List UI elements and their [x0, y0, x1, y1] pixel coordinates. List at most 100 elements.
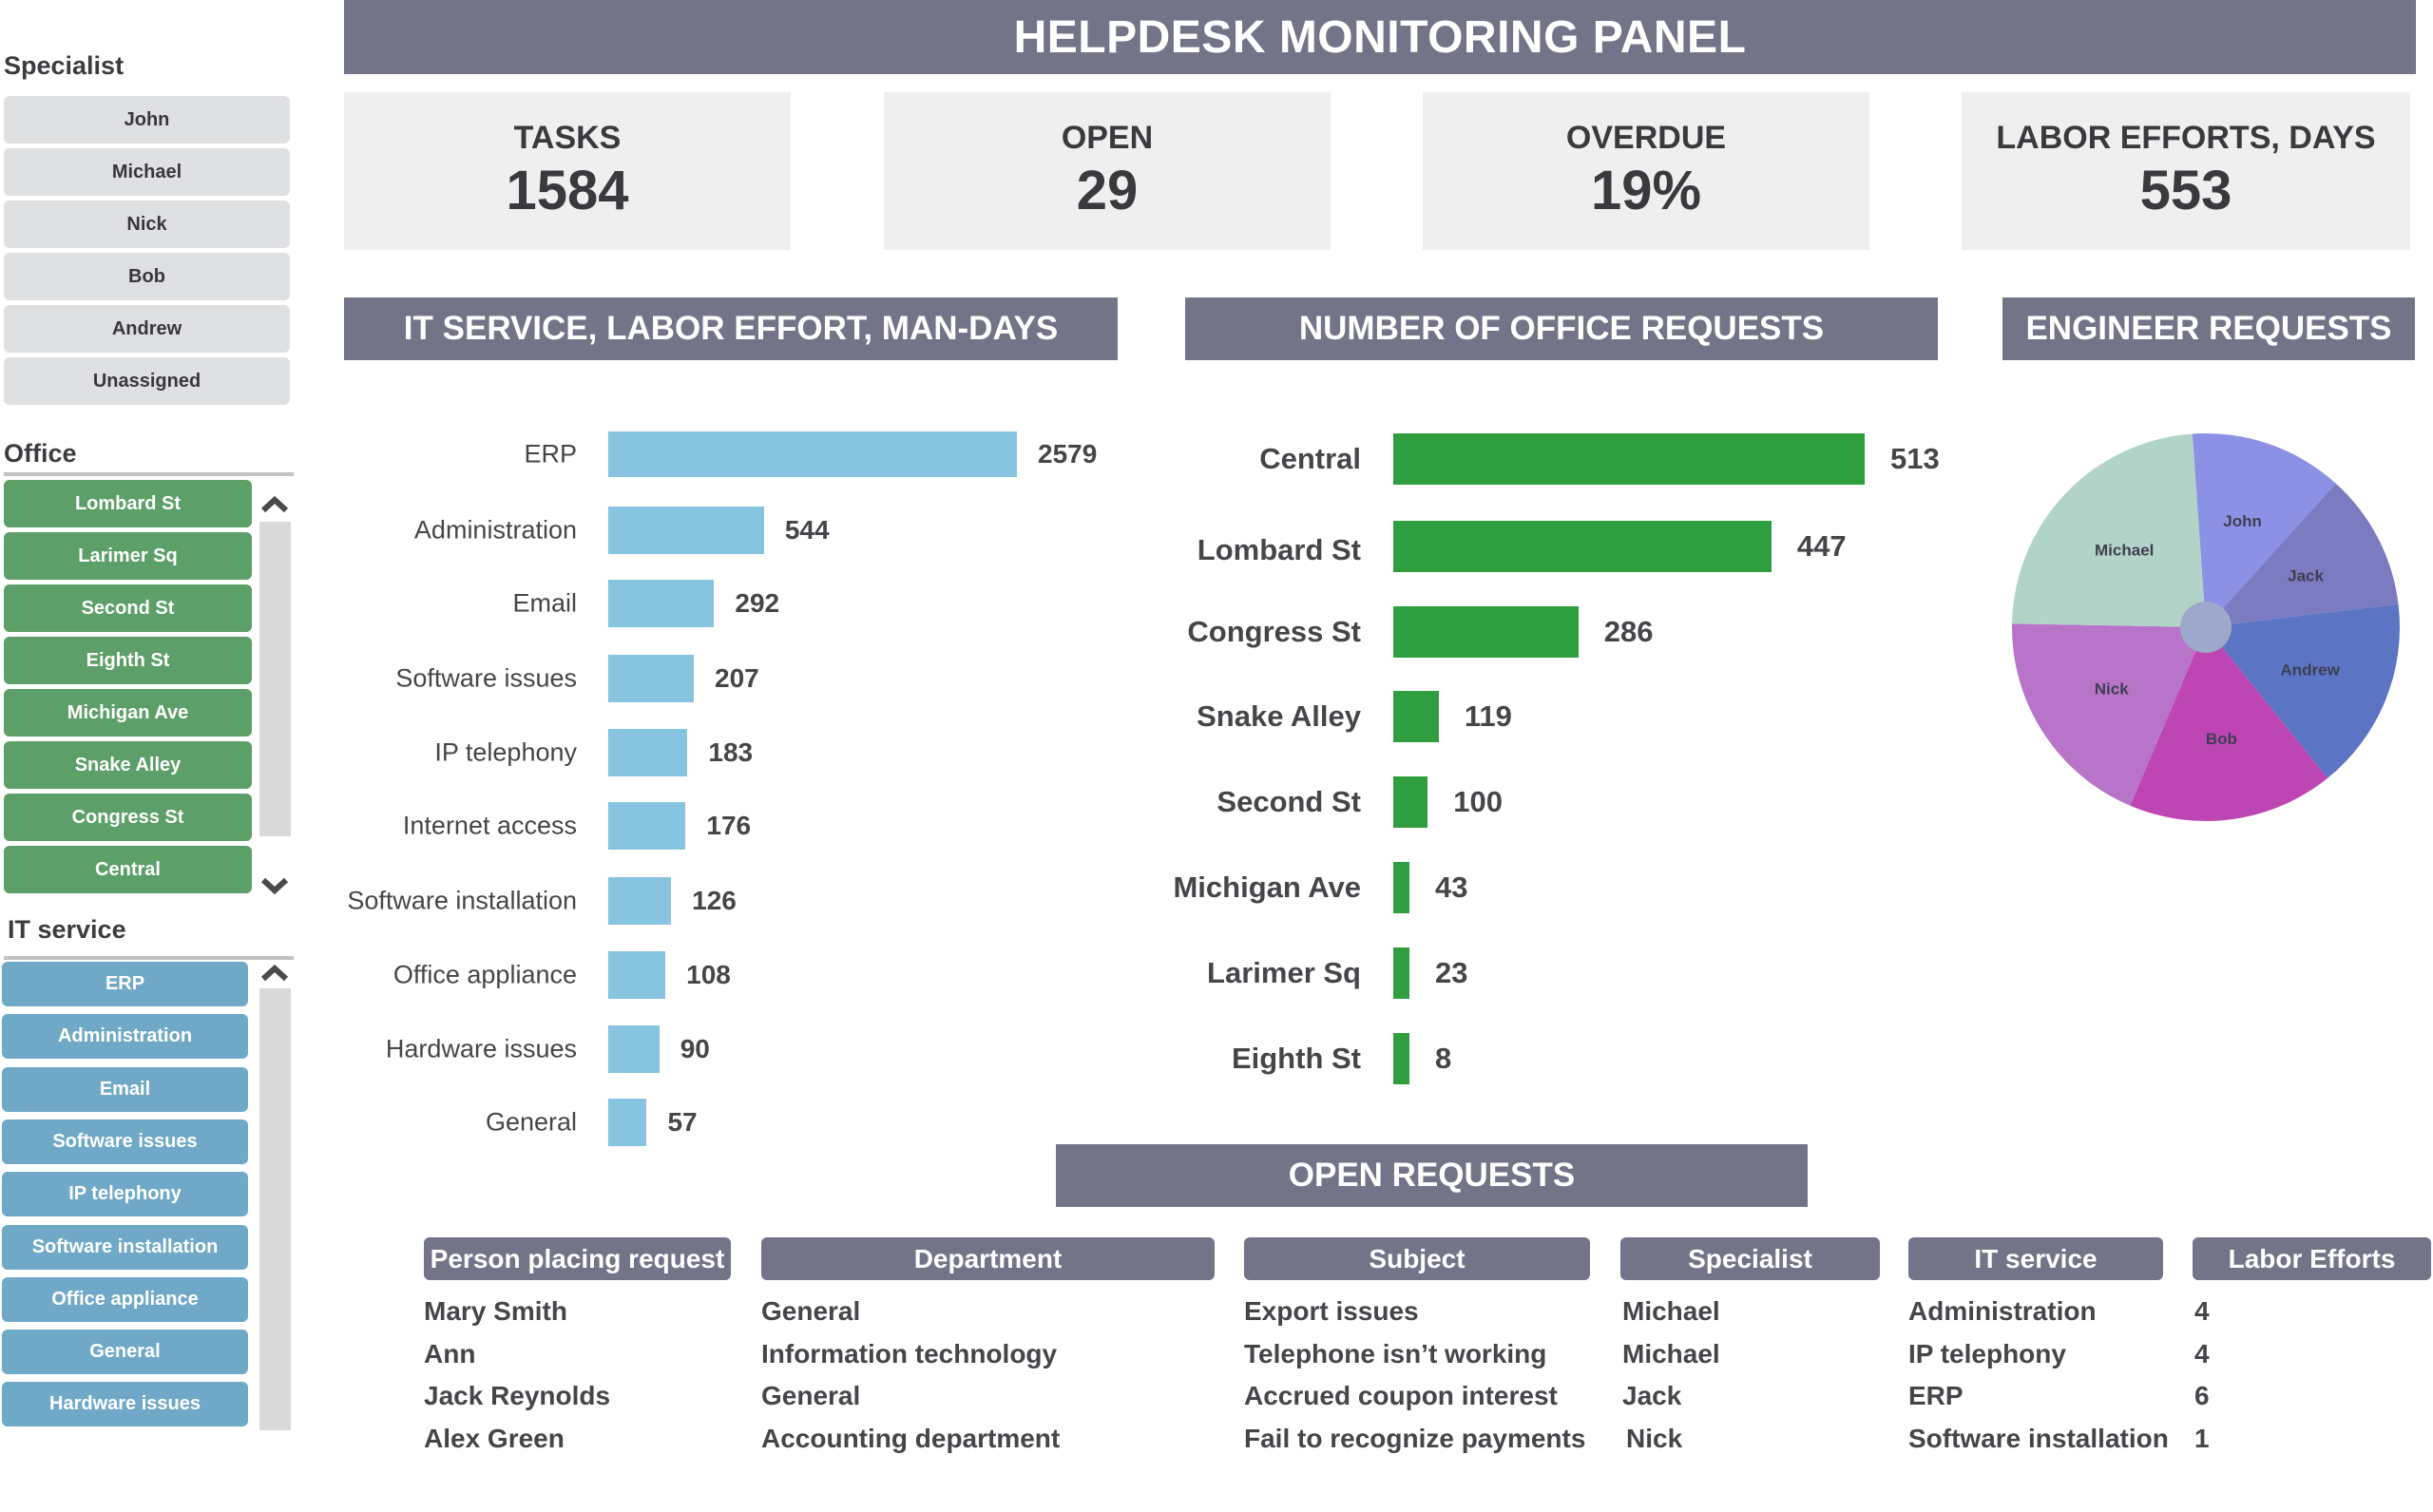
- specialist-filter-michael[interactable]: Michael: [4, 148, 290, 196]
- it-bar-office-appliance: [608, 951, 666, 999]
- specialist-filter-andrew[interactable]: Andrew: [4, 305, 290, 353]
- it-service-filter-software-installation[interactable]: Software installation: [2, 1224, 248, 1270]
- it-bar-ip-telephony: [608, 729, 688, 776]
- office-value-label: 119: [1464, 699, 1512, 733]
- it-bar-internet-access: [608, 802, 686, 850]
- it-value-label: 176: [706, 811, 752, 840]
- table-cell-department: Accounting department: [761, 1424, 1061, 1453]
- office-divider: [4, 472, 294, 476]
- pie-center-hole: [2180, 602, 2232, 653]
- it-value-label: 183: [708, 737, 754, 767]
- table-cell-person-placing-request: Mary Smith: [424, 1296, 567, 1326]
- it-value-label: 108: [686, 960, 731, 989]
- it-service-filter-hardware-issues[interactable]: Hardware issues: [2, 1382, 248, 1427]
- column-header-person-placing-request[interactable]: Person placing request: [424, 1237, 731, 1280]
- office-value-label: 447: [1796, 529, 1847, 563]
- it-chart-title: IT SERVICE, LABOR EFFORT, MAN-DAYS: [344, 297, 1118, 360]
- it-service-filter-software-issues[interactable]: Software issues: [2, 1119, 248, 1164]
- it-value-label: 126: [692, 886, 737, 915]
- office-category-label: Michigan Ave: [1173, 871, 1361, 904]
- it-service-filter-title: IT service: [8, 915, 126, 944]
- office-filter-michigan-ave[interactable]: Michigan Ave: [4, 689, 252, 737]
- kpi-label: TASKS: [513, 120, 622, 156]
- table-cell-specialist: Jack: [1622, 1381, 1682, 1410]
- office-value-label: 286: [1603, 615, 1654, 648]
- it-value-label: 57: [667, 1107, 698, 1137]
- specialist-filter-nick[interactable]: Nick: [4, 201, 290, 248]
- office-category-label: Snake Alley: [1197, 699, 1361, 733]
- it-value-label: 2579: [1038, 439, 1098, 469]
- column-header-it-service[interactable]: IT service: [1908, 1237, 2163, 1280]
- table-cell-subject: Export issues: [1244, 1296, 1419, 1326]
- office-filter-snake-alley[interactable]: Snake Alley: [4, 741, 252, 789]
- it-service-filter-general[interactable]: General: [2, 1330, 248, 1375]
- it-category-label: Hardware issues: [385, 1034, 577, 1063]
- it-scroll-up-icon[interactable]: [257, 960, 293, 985]
- office-bar-snake-alley: [1393, 691, 1439, 742]
- it-service-filter-email[interactable]: Email: [2, 1066, 248, 1112]
- table-cell-labor-efforts: 1: [2194, 1424, 2210, 1453]
- office-scrollbar[interactable]: [259, 522, 291, 836]
- office-bar-michigan-ave: [1393, 862, 1409, 913]
- column-header-subject[interactable]: Subject: [1244, 1237, 1590, 1280]
- kpi-label: OPEN: [1061, 120, 1154, 156]
- office-scroll-up-icon[interactable]: [257, 491, 293, 516]
- office-filter-title: Office: [4, 439, 77, 468]
- office-bar-lombard-st: [1393, 521, 1772, 572]
- table-cell-specialist: Michael: [1622, 1296, 1720, 1326]
- table-cell-person-placing-request: Ann: [424, 1339, 476, 1368]
- pie-label: John: [2223, 512, 2262, 530]
- pie-label: Jack: [2288, 567, 2324, 585]
- it-category-label: Administration: [413, 515, 577, 545]
- it-bar-email: [608, 580, 715, 627]
- it-service-filter-erp[interactable]: ERP: [2, 962, 248, 1006]
- specialist-filter-john[interactable]: John: [4, 96, 290, 144]
- it-category-label: Software installation: [347, 886, 577, 915]
- office-filter-lombard-st[interactable]: Lombard St: [4, 480, 252, 527]
- office-category-label: Eighth St: [1231, 1042, 1361, 1075]
- table-cell-it-service: ERP: [1908, 1381, 1964, 1410]
- it-service-filter-ip-telephony[interactable]: IP telephony: [2, 1172, 248, 1217]
- specialist-filter-bob[interactable]: Bob: [4, 253, 290, 300]
- it-category-label: Internet access: [402, 811, 577, 840]
- kpi-value: 19%: [1590, 160, 1702, 221]
- pie-slice-michael[interactable]: [2012, 433, 2206, 627]
- it-bar-hardware-issues: [608, 1025, 660, 1073]
- office-filter-larimer-sq[interactable]: Larimer Sq: [4, 532, 252, 580]
- table-cell-subject: Telephone isn’t working: [1244, 1339, 1547, 1368]
- kpi-value: 1584: [506, 160, 629, 221]
- dashboard-title: HELPDESK MONITORING PANEL: [344, 0, 2416, 74]
- office-filter-central[interactable]: Central: [4, 846, 252, 893]
- table-cell-department: Information technology: [761, 1339, 1058, 1368]
- specialist-filter-title: Specialist: [4, 51, 125, 80]
- office-value-label: 513: [1890, 442, 1940, 475]
- pie-label: Michael: [2095, 542, 2154, 560]
- office-category-label: Congress St: [1187, 615, 1361, 648]
- office-value-label: 100: [1453, 785, 1503, 818]
- office-filter-eighth-st[interactable]: Eighth St: [4, 637, 252, 684]
- it-scrollbar[interactable]: [259, 988, 291, 1430]
- engineer-chart-title: ENGINEER REQUESTS: [2002, 297, 2415, 360]
- office-scroll-down-icon[interactable]: [257, 874, 293, 899]
- office-filter-congress-st[interactable]: Congress St: [4, 794, 252, 841]
- column-header-specialist[interactable]: Specialist: [1620, 1237, 1880, 1280]
- it-category-label: Email: [512, 588, 577, 618]
- office-category-label: Larimer Sq: [1207, 956, 1361, 989]
- it-service-filter-administration[interactable]: Administration: [2, 1014, 248, 1060]
- column-header-department[interactable]: Department: [761, 1237, 1215, 1280]
- column-header-labor-efforts[interactable]: Labor Efforts: [2193, 1237, 2431, 1280]
- office-filter-second-st[interactable]: Second St: [4, 584, 252, 632]
- it-bar-software-installation: [608, 877, 672, 925]
- engineer-requests-pie: John Jack Andrew Bob Nick Michael: [2012, 433, 2400, 821]
- office-chart-title: NUMBER OF OFFICE REQUESTS: [1185, 297, 1938, 360]
- kpi-value: 29: [1076, 160, 1139, 221]
- it-service-filter-office-appliance[interactable]: Office appliance: [2, 1276, 248, 1322]
- specialist-filter-unassigned[interactable]: Unassigned: [4, 357, 290, 405]
- pie-label: Bob: [2206, 730, 2237, 748]
- kpi-card-labor-efforts: LABOR EFFORTS, DAYS 553: [1962, 92, 2410, 250]
- office-value-label: 8: [1435, 1042, 1452, 1075]
- kpi-value: 553: [2139, 160, 2232, 221]
- office-category-label: Second St: [1216, 785, 1361, 818]
- kpi-card-overdue: OVERDUE 19%: [1423, 92, 1869, 250]
- office-bar-second-st: [1393, 776, 1428, 828]
